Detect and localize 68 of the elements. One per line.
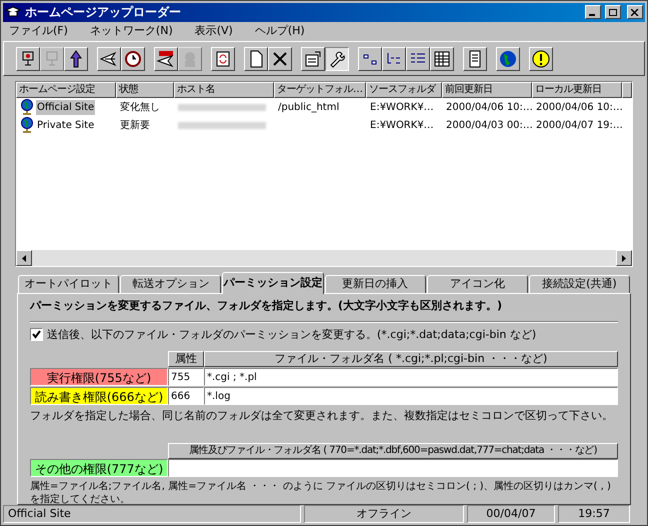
checkbox[interactable] — [30, 328, 43, 342]
column-header[interactable]: ローカル更新日 — [532, 82, 622, 98]
menu-item[interactable]: ネットワーク(N) — [90, 22, 173, 40]
column-header[interactable]: ホームページ設定 — [16, 82, 116, 98]
table-cell-text: 2000/04/06 10:… — [445, 100, 532, 115]
column-header: 属性及びファイル・フォルダ名 ( 770=*.dat;*.dbf,600=paswd.dat,777=chat;data ・・・など) — [168, 442, 618, 458]
tab[interactable]: アイコン化 — [426, 275, 528, 293]
panel-heading: パーミッションを変更するファイル、フォルダを指定します。(大文字小文字も区別されます。) — [30, 298, 504, 314]
permission-label: その他の権限(777など) — [30, 458, 168, 476]
exclamation-icon — [531, 48, 551, 69]
tab[interactable]: 転送オプション — [120, 275, 222, 293]
minimize-button[interactable] — [585, 5, 601, 20]
permission-label: 読み書き権限(666など) — [30, 387, 168, 405]
attribute-field[interactable]: 666 — [168, 387, 204, 405]
left-arrow-icon — [22, 254, 26, 262]
checkbox-label: 送信後、以下のファイル・フォルダのパーミッションを変更する。(*.cgi;*.dat;data;cgi-bin など) — [47, 326, 536, 342]
column-header[interactable]: 前回更新日 — [442, 82, 532, 98]
tab[interactable]: パーミッション設定 — [222, 272, 324, 294]
window-title: ホームページアップローダー — [25, 4, 182, 22]
column-header[interactable]: ターゲットフォル… — [274, 82, 366, 98]
close-icon — [631, 8, 639, 16]
column-header[interactable]: 状態 — [116, 82, 174, 98]
table-cell-text: 更新要 — [119, 118, 151, 133]
site-name[interactable]: Private Site — [36, 118, 96, 133]
tab[interactable]: 接続設定(共通) — [528, 275, 630, 293]
table-cell-text: /public_html — [277, 100, 340, 115]
column-header[interactable] — [622, 82, 632, 98]
table-cell-text: 変化無し — [119, 100, 161, 115]
note-text: フォルダを指定した場合、同じ名前のフォルダは全て変更されます。また、複数指定はセミコロンで区切って下さい。 — [30, 408, 614, 424]
column-header[interactable]: ソースフォルダ — [366, 82, 442, 98]
table-cell-text: E:¥WORK¥… — [369, 100, 435, 115]
note-text: 属性=ファイル名;ファイル名, 属性=ファイル名 ・・・ のように ファイルの区切りはセミコロン( ; )、属性の区切りはカンマ( , )を指定してください。 — [30, 480, 612, 506]
check-icon — [32, 330, 41, 340]
status-text: Official Site — [3, 505, 301, 523]
table-cell-text: 2000/04/03 00:… — [445, 118, 532, 133]
maximize-button[interactable] — [605, 5, 621, 20]
menu-item[interactable]: ファイル(F) — [9, 22, 68, 40]
right-arrow-icon — [622, 254, 626, 262]
attribute-field[interactable]: 755 — [168, 368, 204, 386]
column-header[interactable]: ホスト名 — [174, 82, 274, 98]
status-text: 19:57 — [558, 505, 630, 523]
horizontal-scrollbar[interactable] — [16, 250, 632, 266]
permission-label: 実行権限(755など) — [30, 368, 168, 386]
tab[interactable]: 更新日の挿入 — [324, 275, 426, 293]
tab[interactable]: オートパイロット — [18, 275, 120, 293]
details-view-icon — [432, 48, 452, 69]
globe-icon — [498, 48, 518, 69]
status-text: オフライン — [304, 505, 464, 523]
column-header: ファイル・フォルダ名 ( *.cgi;*.pl;cgi-bin ・・・など) — [204, 351, 618, 367]
maximize-icon — [609, 8, 617, 16]
file-names-field[interactable]: *.log — [204, 387, 618, 405]
file-names-field[interactable]: *.cgi ; *.pl — [204, 368, 618, 386]
permissions-field[interactable] — [168, 458, 618, 476]
status-text: 00/04/07 — [467, 505, 555, 523]
globe-icon — [20, 99, 34, 116]
column-header: 属性 — [168, 351, 204, 367]
table-cell-text: 2000/04/06 10:… — [535, 100, 622, 115]
menu-item[interactable]: 表示(V) — [194, 22, 233, 40]
globe-icon — [20, 117, 34, 134]
toolbar-button[interactable] — [325, 46, 349, 71]
graduation-cap-icon — [5, 5, 21, 20]
clock-icon — [123, 48, 143, 69]
table-cell-text: E:¥WORK¥… — [369, 118, 435, 133]
site-name[interactable]: Official Site — [36, 100, 96, 115]
menu-item[interactable]: ヘルプ(H) — [254, 22, 305, 40]
close-button[interactable] — [627, 5, 643, 20]
table-cell-text: 2000/04/07 19:… — [535, 118, 622, 133]
properties-icon — [303, 48, 323, 69]
